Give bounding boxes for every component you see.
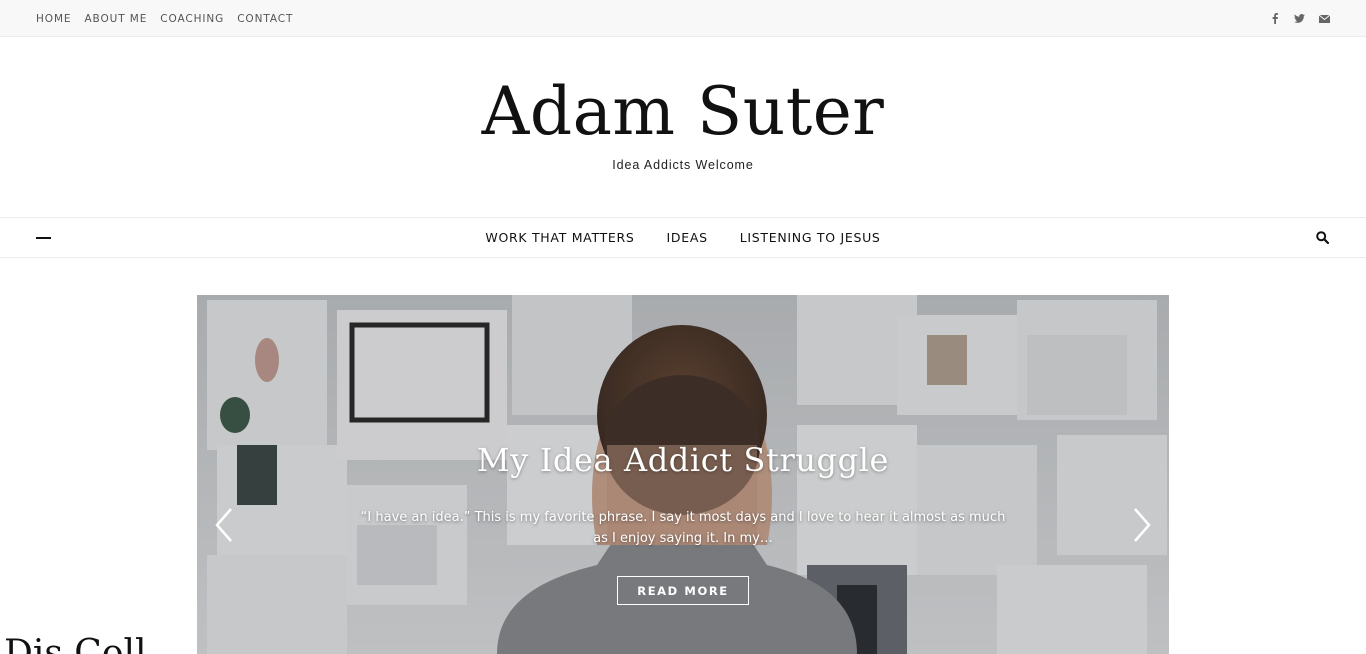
chevron-right-icon[interactable]	[1131, 507, 1153, 543]
section-heading-partial: Dis Coll	[4, 633, 147, 654]
top-nav-contact[interactable]: CONTACT	[237, 13, 293, 25]
top-nav-coaching[interactable]: COACHING	[160, 13, 224, 25]
envelope-icon[interactable]	[1319, 13, 1330, 24]
top-bar: HOME ABOUT ME COACHING CONTACT	[0, 0, 1366, 37]
slide-title[interactable]: My Idea Addict Struggle	[197, 441, 1169, 479]
featured-slider: My Idea Addict Struggle “I have an idea.…	[197, 295, 1169, 654]
slide-excerpt: “I have an idea.” This is my favorite ph…	[360, 510, 1006, 546]
site-title[interactable]: Adam Suter	[0, 72, 1366, 152]
top-nav: HOME ABOUT ME COACHING CONTACT	[36, 0, 293, 37]
site-tagline: Idea Addicts Welcome	[612, 158, 754, 172]
top-nav-home[interactable]: HOME	[36, 13, 71, 25]
nav-ideas[interactable]: IDEAS	[667, 230, 708, 245]
facebook-icon[interactable]	[1269, 13, 1280, 24]
twitter-icon[interactable]	[1294, 13, 1305, 24]
search-icon[interactable]	[1316, 231, 1330, 245]
nav-listening-to-jesus[interactable]: LISTENING TO JESUS	[740, 230, 881, 245]
social-links	[1269, 0, 1330, 37]
main-nav: WORK THAT MATTERS IDEAS LISTENING TO JES…	[0, 217, 1366, 258]
chevron-left-icon[interactable]	[213, 507, 235, 543]
top-nav-about-me[interactable]: ABOUT ME	[84, 13, 147, 25]
read-more-button[interactable]: READ MORE	[617, 576, 749, 605]
main-nav-links: WORK THAT MATTERS IDEAS LISTENING TO JES…	[0, 218, 1366, 257]
nav-work-that-matters[interactable]: WORK THAT MATTERS	[485, 230, 634, 245]
